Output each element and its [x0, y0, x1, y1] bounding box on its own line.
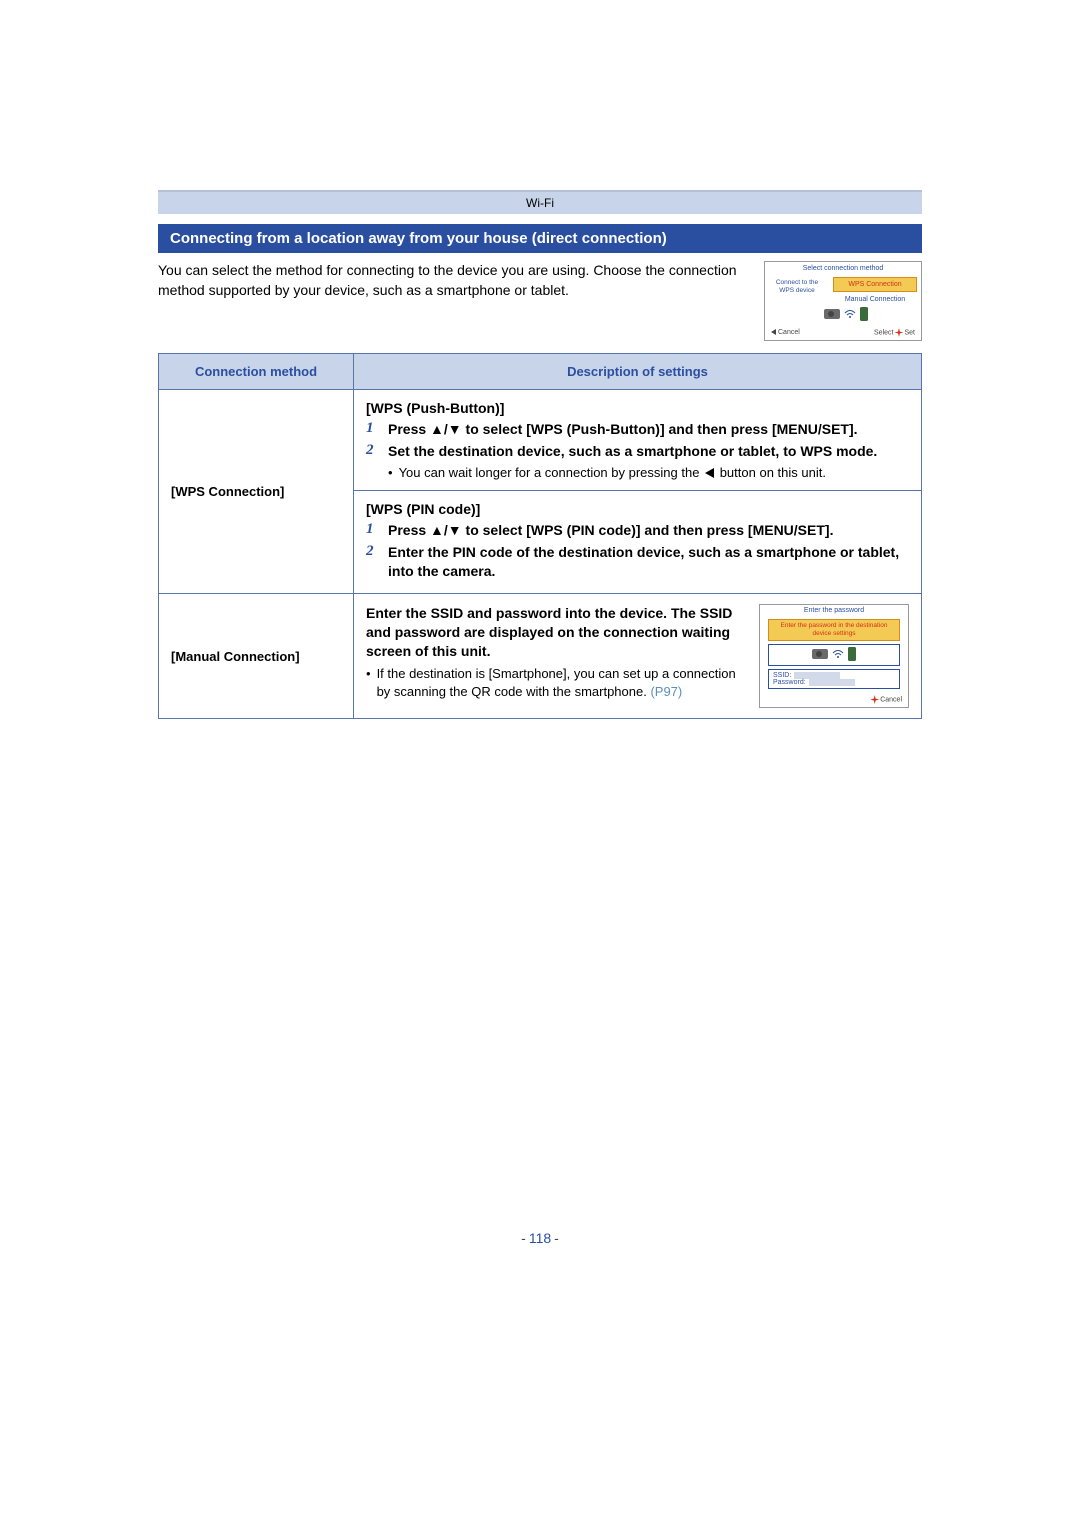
step-number: 2 [366, 543, 388, 581]
cell-manual: Enter the SSID and password into the dev… [354, 594, 922, 719]
screen1-manual-button: Manual Connection [829, 294, 921, 305]
pw-label: Password: [773, 679, 806, 686]
row-wps-method: [WPS Connection] [159, 390, 354, 594]
screenshot-enter-password: Enter the password Enter the password in… [759, 604, 909, 708]
left-arrow-icon [705, 468, 714, 478]
wps-pin-step2: Enter the PIN code of the destination de… [388, 543, 909, 581]
screen1-left-text: Connect to the WPS device [765, 275, 829, 305]
screen1-wps-button: WPS Connection [833, 277, 917, 292]
step-number: 1 [366, 521, 388, 540]
step-number: 1 [366, 420, 388, 439]
cell-wps-pin: [WPS (PIN code)] 1 Press ▲/▼ to select [… [354, 490, 922, 594]
wps-push-note: You can wait longer for a connection by … [388, 465, 909, 480]
phone-icon [848, 647, 856, 661]
wifi-icon [832, 649, 844, 659]
screen2-sub: Enter the password in the destination de… [768, 619, 900, 641]
manual-note: If the destination is [Smartphone], you … [366, 665, 743, 700]
connection-table: Connection method Description of setting… [158, 353, 922, 719]
wps-pin-step1: Press ▲/▼ to select [WPS (PIN code)] and… [388, 521, 833, 540]
camera-icon [812, 649, 828, 659]
wps-pin-title: [WPS (PIN code)] [366, 501, 909, 517]
phone-icon [860, 307, 868, 321]
section-header: Connecting from a location away from you… [158, 224, 922, 253]
th-desc: Description of settings [354, 354, 922, 390]
screenshot-select-connection: Select connection method Connect to the … [764, 261, 922, 341]
breadcrumb: Wi-Fi [158, 190, 922, 214]
wps-push-title: [WPS (Push-Button)] [366, 400, 909, 416]
back-cancel: Cancel [771, 329, 800, 336]
ssid-label: SSID: [773, 672, 791, 679]
wps-push-step2: Set the destination device, such as a sm… [388, 442, 877, 461]
th-method: Connection method [159, 354, 354, 390]
camera-icon [824, 309, 840, 319]
row-manual-method: [Manual Connection] [159, 594, 354, 719]
ssid-value-redacted [794, 672, 840, 679]
cell-wps-push: [WPS (Push-Button)] 1 Press ▲/▼ to selec… [354, 390, 922, 491]
screen2-title: Enter the password [760, 605, 908, 616]
intro-text: You can select the method for connecting… [158, 261, 746, 341]
manual-head: Enter the SSID and password into the dev… [366, 604, 743, 661]
wps-push-step1: Press ▲/▼ to select [WPS (Push-Button)] … [388, 420, 858, 439]
screen2-cancel: Cancel [760, 692, 908, 707]
page-link-p97[interactable]: (P97) [650, 684, 682, 699]
wifi-icon [844, 309, 856, 319]
pw-value-redacted [809, 679, 855, 686]
select-set: SelectSet [874, 328, 915, 337]
step-number: 2 [366, 442, 388, 461]
page-number: -118- [0, 1230, 1080, 1246]
screen1-title: Select connection method [765, 262, 921, 275]
